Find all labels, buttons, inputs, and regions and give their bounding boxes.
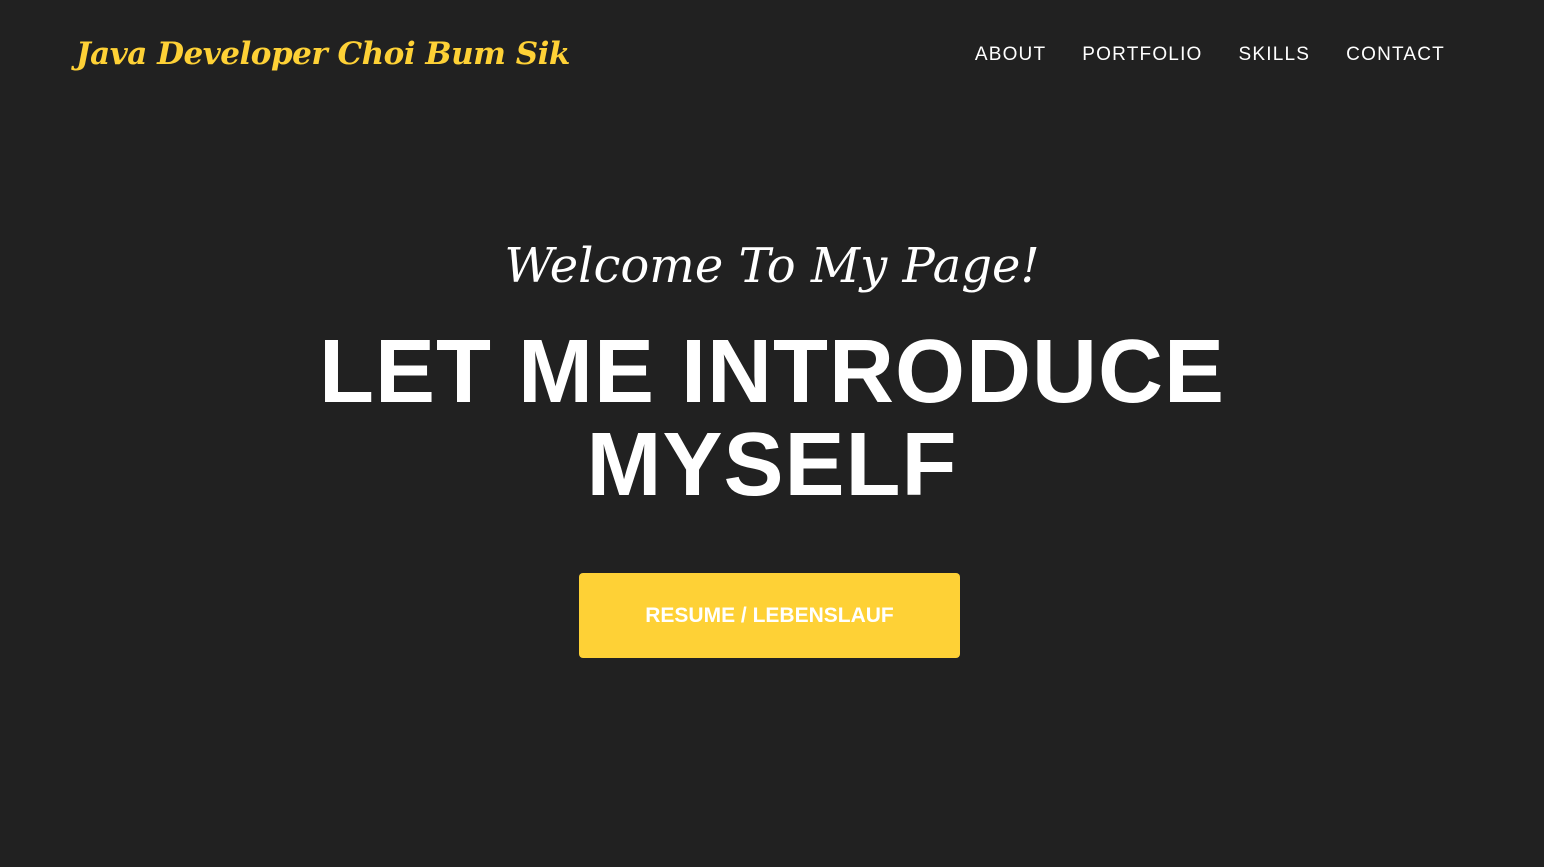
resume-button[interactable]: RESUME / LEBENSLAUF (579, 573, 960, 658)
hero-heading: LET ME INTRODUCE MYSELF (319, 322, 1225, 515)
hero-section: Welcome To My Page! LET ME INTRODUCE MYS… (0, 0, 1544, 867)
hero-subheading: Welcome To My Page! (504, 238, 1040, 294)
